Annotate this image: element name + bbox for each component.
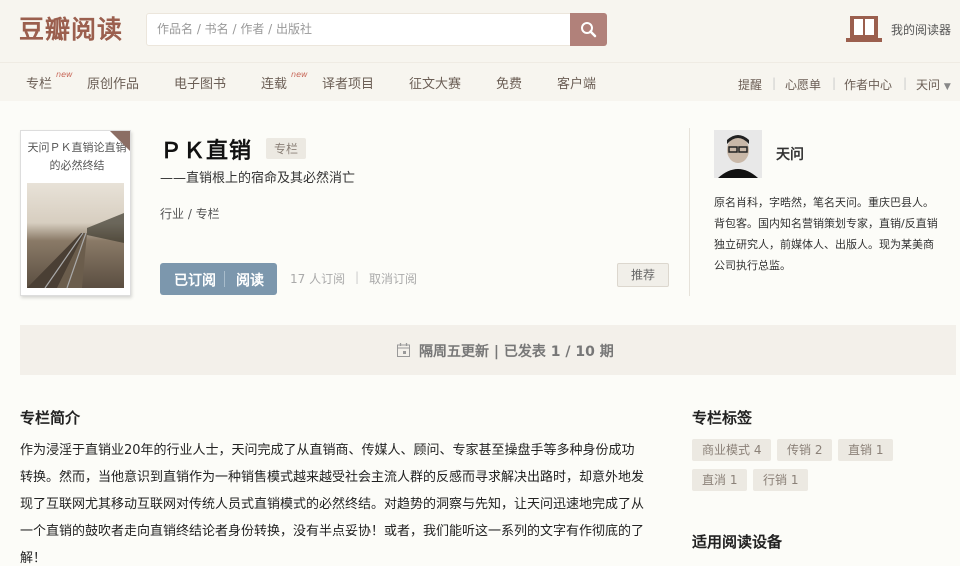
nav-separator: | [903,76,908,90]
intro-heading: 专栏简介 [20,409,81,427]
separator: | [355,270,360,284]
subscriber-count: 17 人订阅 [290,272,346,286]
nav-user-menu[interactable]: 天问 ▼ [916,76,951,93]
new-badge: new [56,70,73,79]
schedule-text: 隔周五更新 | 已发表 1 / 10 期 [419,344,614,360]
nav-item-client[interactable]: 客户端 [557,73,596,92]
tag-chip[interactable]: 传销 2 [777,439,833,461]
tags-heading: 专栏标签 [692,409,753,427]
search-button[interactable] [570,13,607,46]
nav-author-center[interactable]: 作者中心 [844,76,892,93]
author-avatar[interactable] [714,130,762,178]
nav-separator: | [832,76,837,90]
recommend-button[interactable]: 推荐 [617,263,669,287]
cover-image [27,183,124,289]
search-icon [581,22,597,38]
devices-heading: 适用阅读设备 [692,533,783,551]
tag-chip[interactable]: 直消 1 [692,469,748,491]
nav-item-ebooks[interactable]: 电子图书 [174,73,226,92]
read-button[interactable]: 阅读 [236,270,264,290]
column-title: ＰＫ直销 [160,139,253,164]
railway-image [27,213,124,289]
tag-chip[interactable]: 行销 1 [753,469,809,491]
nav-item-serial[interactable]: 连载 new [261,70,308,92]
site-logo[interactable]: 豆瓣阅读 [19,10,123,46]
nav-separator: | [772,76,777,90]
author-bio: 原名肖科，字晧然，笔名天问。重庆巴县人。背包客。国内知名营销策划专家，直销/反直… [714,196,938,272]
tag-chip[interactable]: 商业模式 4 [692,439,772,461]
column-category[interactable]: 行业 / 专栏 [160,205,220,222]
my-reader-link[interactable]: 我的阅读器 [891,21,951,38]
reader-icon[interactable] [846,16,882,44]
column-subtitle: ——直销根上的宿命及其必然消亡 [160,171,356,186]
new-badge: new [291,70,308,79]
subscribe-read-button[interactable]: 已订阅 阅读 [160,263,277,295]
search-input[interactable]: 作品名 / 书名 / 作者 / 出版社 [146,13,571,46]
nav-item-free[interactable]: 免费 [496,73,522,92]
nav-reminder[interactable]: 提醒 [738,76,762,93]
unsubscribe-link[interactable]: 取消订阅 [369,270,417,287]
column-type-badge: 专栏 [266,138,307,159]
nav-wishlist[interactable]: 心愿单 [785,76,821,93]
user-name: 天问 [916,78,941,92]
nav-label: 专栏 [26,77,53,92]
nav-label: 连载 [261,77,288,92]
intro-text: 作为浸淫于直销业20年的行业人士，天问完成了从直销商、传媒人、顾问、专家甚至操盘… [20,443,645,566]
nav-item-translator[interactable]: 译者项目 [322,73,374,92]
main-nav: 专栏 new 原创作品 电子图书 连载 new 译者项目 征文大赛 免费 客户端… [0,62,960,101]
author-name[interactable]: 天问 [776,144,804,164]
avatar-image [714,130,762,178]
cover-corner-icon [110,131,130,151]
calendar-icon [397,343,410,357]
caret-down-icon: ▼ [943,82,951,92]
update-schedule-bar: 隔周五更新 | 已发表 1 / 10 期 [20,325,956,375]
top-header: 豆瓣阅读 作品名 / 书名 / 作者 / 出版社 我的阅读器 [0,0,960,62]
nav-item-original[interactable]: 原创作品 [87,73,139,92]
subscribed-label[interactable]: 已订阅 [174,270,216,290]
tag-chip[interactable]: 直销 1 [838,439,894,461]
column-cover[interactable]: 天问ＰＫ直销论直销的必然终结 [20,130,131,296]
button-divider [224,271,225,287]
divider [689,128,690,296]
nav-item-columns[interactable]: 专栏 new [26,70,73,92]
nav-item-contest[interactable]: 征文大赛 [409,73,461,92]
